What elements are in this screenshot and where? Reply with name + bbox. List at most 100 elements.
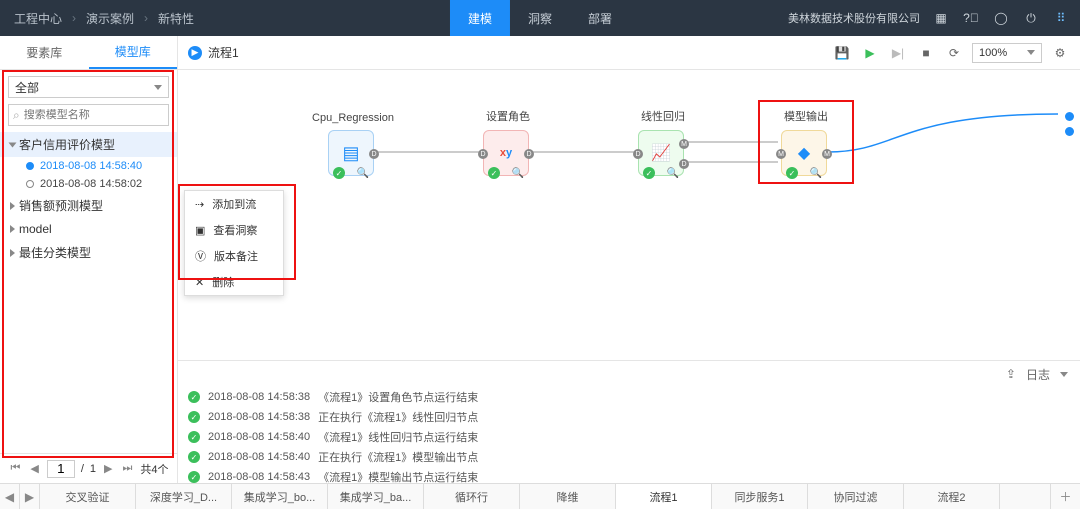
- chart-icon: 📈: [651, 143, 671, 163]
- flow-name: 流程1: [208, 44, 239, 61]
- tab-deploy[interactable]: 部署: [570, 0, 630, 36]
- ctx-label: 查看洞察: [213, 222, 257, 238]
- ctx-label: 添加到流: [212, 196, 256, 212]
- canvas-endpoints[interactable]: [1065, 112, 1074, 136]
- status-ok-icon: ✓: [188, 411, 200, 423]
- tabs-scroll-left[interactable]: ◀: [0, 484, 20, 509]
- context-menu: ⇢添加到流 ▣查看洞察 Ⓥ版本备注 ✕删除: [184, 190, 284, 296]
- port-in[interactable]: D: [633, 149, 643, 159]
- tree-group[interactable]: model: [0, 218, 177, 240]
- inspect-icon[interactable]: 🔍: [667, 167, 679, 179]
- user-icon[interactable]: ◯: [992, 9, 1010, 27]
- port-out[interactable]: M: [822, 149, 832, 159]
- pager-next[interactable]: ▶: [102, 462, 114, 475]
- help-icon[interactable]: ?⃞: [962, 9, 980, 27]
- tree-group-label: 销售额预测模型: [19, 197, 103, 214]
- flow-node-regression[interactable]: Cpu_Regression ▤ ✓ 🔍 D: [328, 130, 378, 176]
- status-ok-icon: ✓: [188, 391, 200, 403]
- ctx-delete[interactable]: ✕删除: [185, 269, 283, 295]
- flow-node-linear[interactable]: 线性回归 📈 ✓ 🔍 D M D: [638, 130, 688, 176]
- log-ts: 2018-08-08 14:58:43: [208, 471, 310, 483]
- bottom-tab[interactable]: 协同过滤: [808, 484, 904, 509]
- tree-item[interactable]: 2018-08-08 14:58:40: [0, 157, 177, 175]
- chevron-down-icon[interactable]: [1060, 372, 1068, 377]
- tab-build[interactable]: 建模: [450, 0, 510, 36]
- breadcrumb-item[interactable]: 演示案例: [86, 10, 134, 27]
- bottom-tab[interactable]: 降维: [520, 484, 616, 509]
- breadcrumb-item[interactable]: 新特性: [158, 10, 194, 27]
- bottom-tab[interactable]: 深度学习_D...: [136, 484, 232, 509]
- flow-node-output[interactable]: 模型输出 ◆ ✓ 🔍 M M: [781, 130, 831, 176]
- export-log-icon[interactable]: ⇪: [1006, 367, 1016, 381]
- pager-page-input[interactable]: [47, 460, 75, 478]
- tree-group[interactable]: 最佳分类模型: [0, 240, 177, 265]
- bottom-tab[interactable]: 集成学习_bo...: [232, 484, 328, 509]
- apps-icon[interactable]: ⠿: [1052, 9, 1070, 27]
- sidebar-tab-elements[interactable]: 要素库: [0, 36, 89, 69]
- power-icon[interactable]: ⏻: [1022, 9, 1040, 27]
- ctx-add-to-flow[interactable]: ⇢添加到流: [185, 191, 283, 217]
- category-select[interactable]: 全部: [8, 76, 169, 98]
- caret-icon: [10, 249, 15, 257]
- tree-group-label: 客户信用评价模型: [19, 136, 115, 153]
- sidebar: 要素库 模型库 全部 ⌕ 客户信用评价模型 2018-08-08 14:58:4…: [0, 36, 178, 483]
- step-button[interactable]: ▶|: [888, 43, 908, 63]
- flow-canvas[interactable]: Cpu_Regression ▤ ✓ 🔍 D 设置角色 xy ✓ 🔍: [178, 70, 1080, 360]
- flow-icon: ▶: [188, 46, 202, 60]
- log-row: ✓2018-08-08 14:58:43《流程1》模型输出节点运行结束: [188, 467, 1070, 483]
- sidebar-tab-models[interactable]: 模型库: [89, 36, 178, 69]
- log-ts: 2018-08-08 14:58:40: [208, 431, 310, 443]
- flow-node-setrole[interactable]: 设置角色 xy ✓ 🔍 D D: [483, 130, 533, 176]
- tree-group[interactable]: 销售额预测模型: [0, 193, 177, 218]
- bottom-tab[interactable]: 交叉验证: [40, 484, 136, 509]
- inspect-icon[interactable]: 🔍: [512, 167, 524, 179]
- port-out[interactable]: D: [679, 159, 689, 169]
- inspect-icon[interactable]: 🔍: [357, 167, 369, 179]
- run-button[interactable]: ▶: [860, 43, 880, 63]
- tree-group[interactable]: 客户信用评价模型: [0, 132, 177, 157]
- bottom-tab[interactable]: 循环行: [424, 484, 520, 509]
- save-button[interactable]: 💾: [832, 43, 852, 63]
- pager-first[interactable]: ⏮: [8, 462, 22, 475]
- tab-insight[interactable]: 洞察: [510, 0, 570, 36]
- ctx-label: 删除: [212, 274, 234, 290]
- search-box[interactable]: ⌕: [8, 104, 169, 126]
- zoom-select[interactable]: 100%: [972, 43, 1042, 63]
- refresh-button[interactable]: ⟳: [944, 43, 964, 63]
- canvas-area: ▶ 流程1 💾 ▶ ▶| ■ ⟳ 100% ⚙: [178, 36, 1080, 483]
- node-title: Cpu_Regression: [312, 112, 394, 124]
- bottom-tab[interactable]: 流程2: [904, 484, 1000, 509]
- add-tab-button[interactable]: ＋: [1050, 484, 1080, 509]
- port-out[interactable]: D: [369, 149, 379, 159]
- settings-button[interactable]: ⚙: [1050, 43, 1070, 63]
- qr-icon[interactable]: ▦: [932, 9, 950, 27]
- caret-icon: [10, 225, 15, 233]
- bottom-tab[interactable]: 流程1: [616, 484, 712, 509]
- ctx-view-insight[interactable]: ▣查看洞察: [185, 217, 283, 243]
- pager-prev[interactable]: ◀: [28, 462, 40, 475]
- chevron-down-icon: [154, 85, 162, 90]
- port-in[interactable]: D: [478, 149, 488, 159]
- canvas-toolbar: ▶ 流程1 💾 ▶ ▶| ■ ⟳ 100% ⚙: [178, 36, 1080, 70]
- bottom-tab[interactable]: 集成学习_ba...: [328, 484, 424, 509]
- breadcrumb-sep: ›: [144, 11, 148, 25]
- ctx-version-note[interactable]: Ⓥ版本备注: [185, 243, 283, 269]
- port-out[interactable]: D: [524, 149, 534, 159]
- status-ok-icon: ✓: [188, 471, 200, 483]
- breadcrumb: 工程中心 › 演示案例 › 新特性: [0, 10, 194, 27]
- breadcrumb-item[interactable]: 工程中心: [14, 10, 62, 27]
- category-select-value: 全部: [15, 79, 39, 96]
- port-in[interactable]: M: [776, 149, 786, 159]
- ctx-label: 版本备注: [214, 248, 258, 264]
- bottom-tab[interactable]: 同步服务1: [712, 484, 808, 509]
- log-list: ✓2018-08-08 14:58:38《流程1》设置角色节点运行结束✓2018…: [178, 387, 1080, 483]
- stop-button[interactable]: ■: [916, 43, 936, 63]
- search-input[interactable]: [24, 109, 166, 121]
- tabs-scroll-right[interactable]: ▶: [20, 484, 40, 509]
- node-title: 设置角色: [486, 108, 530, 124]
- inspect-icon[interactable]: 🔍: [810, 167, 822, 179]
- port-out[interactable]: M: [679, 139, 689, 149]
- table-icon: ▤: [342, 143, 359, 164]
- pager-last[interactable]: ⏭: [121, 462, 135, 475]
- tree-item[interactable]: 2018-08-08 14:58:02: [0, 175, 177, 193]
